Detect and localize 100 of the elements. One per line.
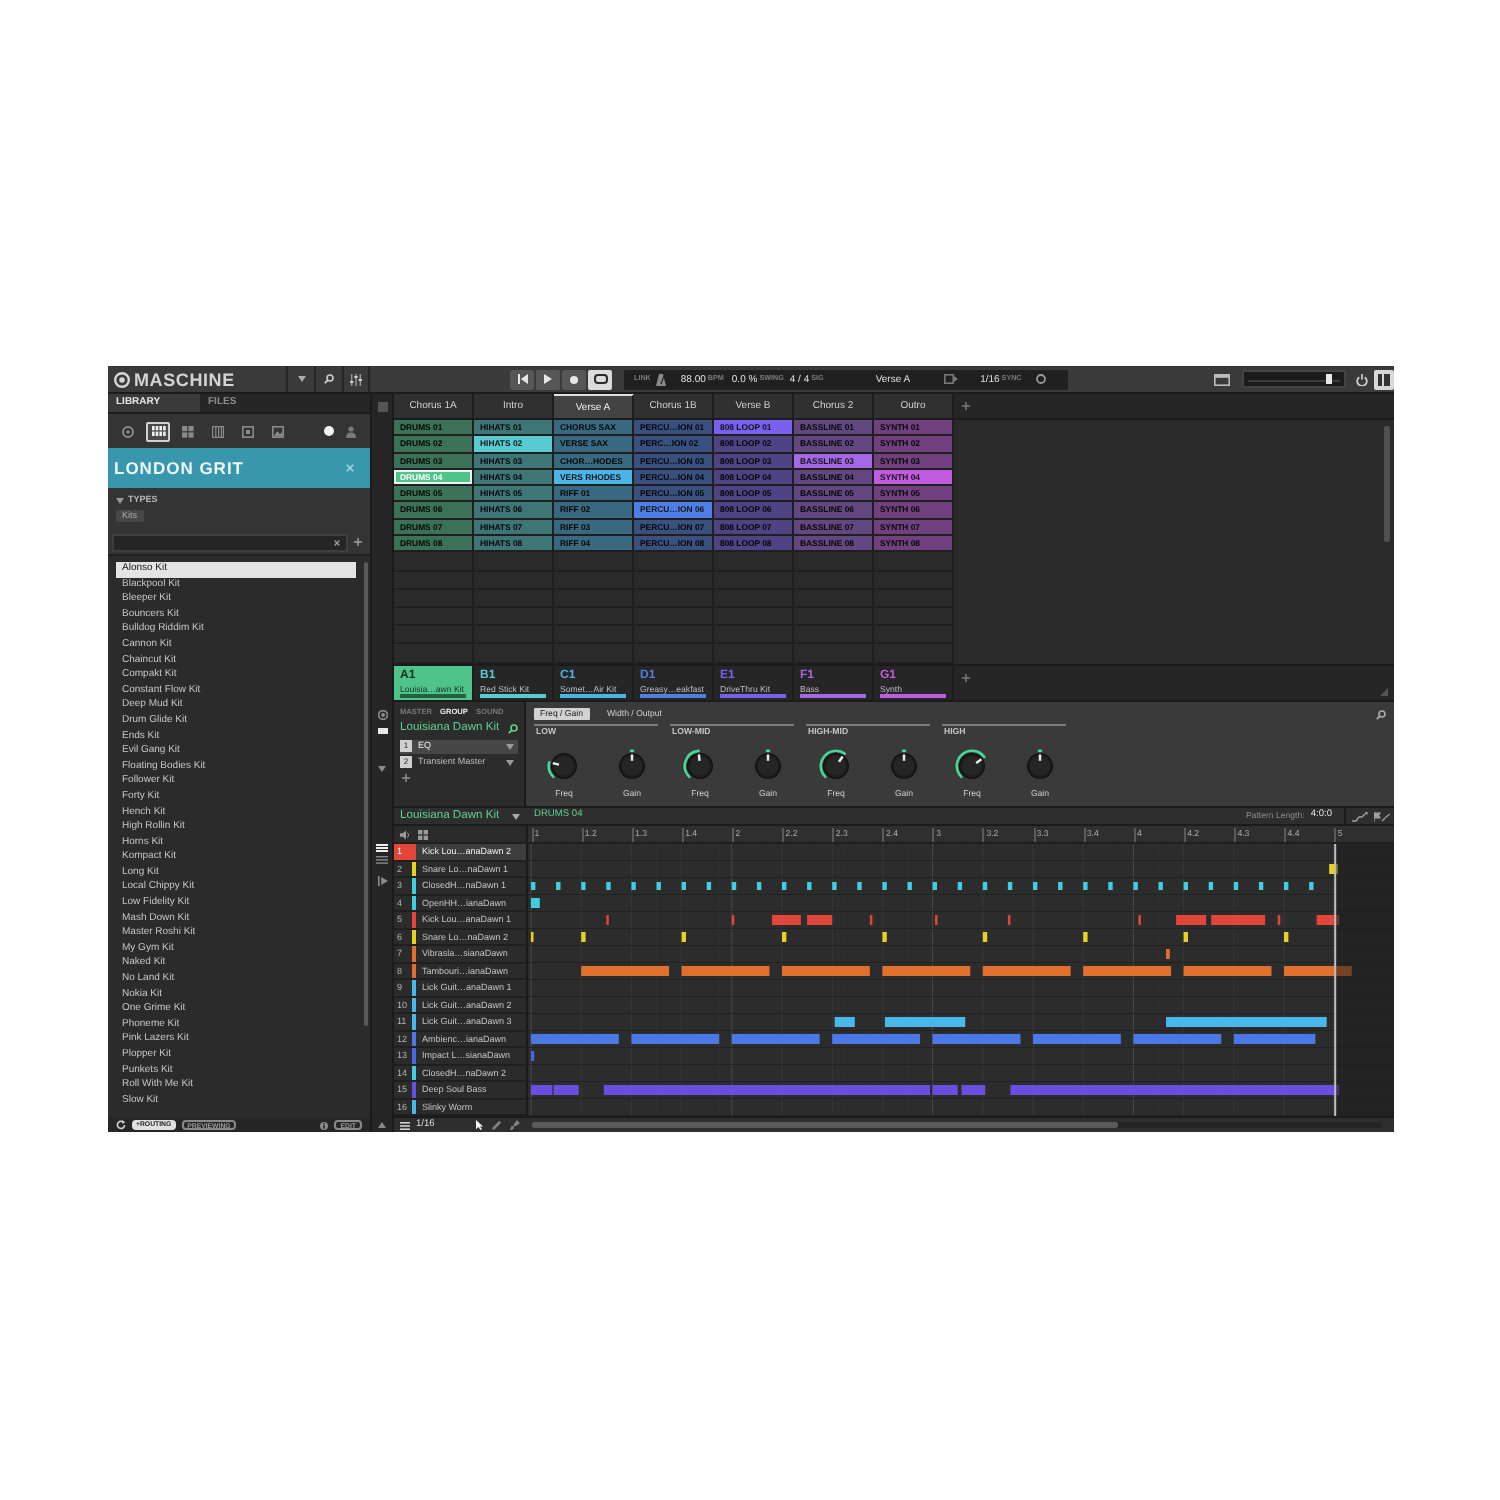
note [556,882,561,890]
close-icon [346,464,354,472]
scrollbar[interactable] [532,1122,1382,1128]
note [834,1017,855,1027]
record-icon [570,375,578,383]
note [957,882,963,890]
note [1033,882,1038,890]
note [932,882,937,890]
keys-icon [212,425,224,437]
play-bar-icon [377,876,387,886]
note [681,966,770,976]
transport-button[interactable] [536,369,560,389]
search-field[interactable] [112,533,348,551]
resize-grip-icon [1380,688,1388,696]
tool-button[interactable] [476,1120,484,1130]
knob[interactable] [682,748,718,784]
scrollbar[interactable] [1383,426,1389,542]
power-icon [1356,373,1368,385]
note [882,966,971,976]
knob-pointer[interactable] [1038,754,1042,761]
scrollbar-thumb[interactable] [532,1122,1118,1128]
cursor-icon [476,1120,484,1130]
knob[interactable] [546,748,582,784]
note [1007,882,1013,890]
caret-up-icon [378,1122,386,1128]
note [1058,882,1063,890]
note [771,915,801,925]
knob-pointer[interactable] [766,754,770,761]
note [581,932,586,942]
knob-pointer[interactable] [838,755,844,763]
note [1183,966,1272,976]
note [531,1034,619,1044]
transport-button[interactable] [588,369,612,389]
knob-pointer[interactable] [975,758,983,764]
note [731,1034,820,1044]
note [681,882,686,890]
lines-icon [400,1121,410,1129]
note [1033,1034,1121,1044]
note [932,1034,1021,1044]
note [731,882,737,890]
note [656,882,661,890]
note [1233,1034,1316,1044]
note [1158,882,1163,890]
knob-pointer[interactable] [697,754,701,761]
mixer-button[interactable] [342,366,370,392]
plus-icon [962,674,970,682]
note [982,882,988,890]
browser-button[interactable] [1210,369,1234,389]
note [907,882,912,890]
note [882,882,887,890]
note [756,882,762,890]
note [1208,882,1214,890]
power-button[interactable] [1354,369,1370,389]
disc-icon [377,710,387,720]
caret-down-icon [506,759,514,766]
play-icon [544,374,552,384]
knob-pointer[interactable] [902,754,906,761]
source-toggle[interactable] [342,423,358,439]
note [832,882,837,890]
bar-icon [377,728,387,734]
scrollbar[interactable] [363,562,367,1026]
knob-pointer[interactable] [630,754,634,761]
knob[interactable] [818,748,854,784]
transport-button[interactable] [510,369,534,389]
note [884,1017,966,1027]
layout-button[interactable] [1374,369,1394,389]
volume-handle[interactable] [1326,374,1332,384]
volume-slider[interactable] [1242,370,1346,388]
caret-down-icon [506,743,514,750]
disc-icon [122,425,134,437]
knob-pointer[interactable] [552,761,560,766]
note [1316,915,1340,925]
lines-icon [376,844,388,852]
note [1309,882,1314,890]
note [1183,882,1188,890]
note [706,882,712,890]
transport-button[interactable] [562,369,586,389]
circle-icon [1035,374,1046,384]
note [982,966,1071,976]
note [631,882,636,890]
note [1211,915,1266,925]
grid-icon [182,425,194,437]
logo-icon [114,371,130,387]
source-toggle[interactable] [320,423,336,439]
search-icon [1376,709,1386,719]
note [1133,1034,1222,1044]
plus-icon [402,774,410,782]
brush-icon [510,1120,520,1130]
picture-icon [272,425,284,437]
filter-tab[interactable] [146,421,170,441]
note [1083,966,1172,976]
flag-icon [1374,811,1390,821]
window-icon [1214,373,1230,385]
plus-icon [354,538,362,546]
caret-down-icon [378,766,386,772]
note [631,1034,720,1044]
knob[interactable] [954,748,990,784]
note [1258,882,1264,890]
note [606,882,611,890]
note [857,882,862,890]
